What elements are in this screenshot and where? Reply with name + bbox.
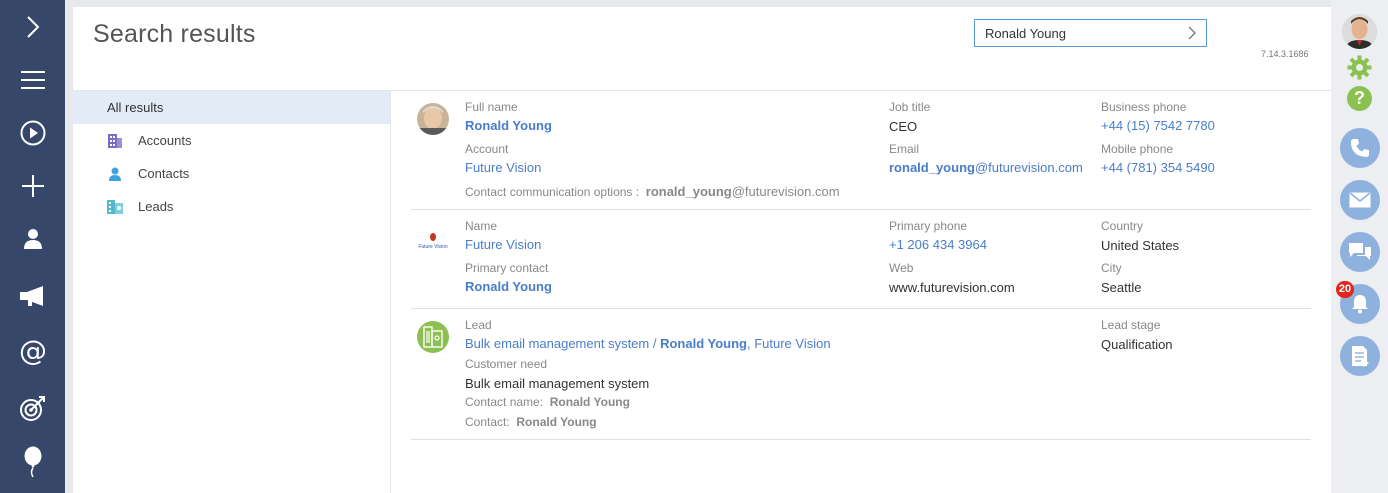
city-value: Seattle [1101,280,1142,295]
country-value: United States [1101,238,1180,253]
logo-text: Future Vision [418,244,448,250]
job-title-value: CEO [889,119,918,134]
balloon-icon[interactable] [0,440,65,484]
mobile-phone-link[interactable]: +44 (781) 354 5490 [1101,160,1215,175]
phone-icon[interactable] [1340,128,1380,168]
search-chevron-icon[interactable] [1178,20,1206,46]
contact-full-name-link[interactable]: Ronald Young [465,118,552,133]
chat-icon[interactable] [1340,232,1380,272]
account-label: Account [465,142,509,156]
city-label: City [1101,261,1122,275]
contact-account-link[interactable]: Future Vision [465,160,541,175]
leads-icon [107,199,123,215]
lead-contact: Contact: Ronald Young [465,415,597,429]
help-icon[interactable]: ? [1347,86,1372,111]
filter-accounts[interactable]: Accounts [73,124,390,157]
filter-label: Leads [138,199,174,214]
communication-options: Contact communication options : ronald_y… [465,184,840,199]
account-logo: Future Vision [417,230,449,252]
lead-stage-label: Lead stage [1101,318,1161,332]
megaphone-icon[interactable] [0,274,65,318]
settings-gear-icon[interactable] [1347,55,1372,85]
comm-email-bold: ronald_young [645,184,732,199]
contact-value: Ronald Young [516,415,597,429]
account-name-link[interactable]: Future Vision [465,237,541,252]
play-icon[interactable] [0,111,65,155]
document-icon[interactable] [1340,336,1380,376]
web-value: www.futurevision.com [889,280,1015,295]
search-box [974,19,1207,47]
right-bar: ? 20 [1331,0,1388,493]
menu-icon[interactable] [0,58,65,102]
filter-leads[interactable]: Leads [73,190,390,223]
email-at-icon[interactable]: @ [0,329,65,373]
primary-contact-link[interactable]: Ronald Young [465,279,552,294]
contact-label: Contact: [465,415,510,429]
lead-title-part1: Bulk email management system / [465,336,661,351]
web-label: Web [889,261,914,275]
job-title-label: Job title [889,100,931,114]
comm-email-rest: @futurevision.com [731,184,840,199]
svg-text:@: @ [19,336,47,366]
filter-label: Accounts [138,133,192,148]
accounts-icon [107,133,123,149]
contact-email-link[interactable]: ronald_young@futurevision.com [889,160,1083,175]
filter-label: Contacts [138,166,190,181]
business-phone-link[interactable]: +44 (15) 7542 7780 [1101,118,1215,133]
customer-need-value: Bulk email management system [465,376,650,391]
customer-need-label: Customer need [465,357,548,371]
lead-stage-value: Qualification [1101,337,1173,352]
user-icon[interactable] [0,217,65,261]
contact-name-label: Contact name: [465,395,544,409]
mobile-phone-label: Mobile phone [1101,142,1174,156]
comm-label: Contact communication options : [465,185,640,199]
filter-contacts[interactable]: Contacts [73,157,390,190]
profile-avatar[interactable] [1342,14,1377,49]
account-name-label: Name [465,219,498,233]
add-icon[interactable] [0,164,65,208]
contact-avatar [417,103,449,135]
version-number: 7.14.3.1686 [1261,49,1309,59]
contact-name-value: Ronald Young [549,395,630,409]
primary-phone-label: Primary phone [889,219,968,233]
email-rest: @futurevision.com [974,160,1083,175]
main-panel: Search results 7.14.3.1686 All results A… [73,7,1331,493]
result-card-contact: Full name Ronald Young Account Future Vi… [411,91,1311,210]
full-name-label: Full name [465,100,518,114]
left-nav: @ [0,0,65,493]
lead-title-link[interactable]: Bulk email management system / Ronald Yo… [465,336,831,351]
filter-label: All results [107,100,164,115]
search-input[interactable] [975,20,1178,46]
result-card-lead: Lead Bulk email management system / Rona… [411,309,1311,440]
contacts-icon [107,166,123,182]
filter-all-results[interactable]: All results [73,91,390,124]
lead-title-part3: , Future Vision [746,336,831,351]
primary-phone-link[interactable]: +1 206 434 3964 [889,237,987,252]
email-label: Email [889,142,920,156]
country-label: Country [1101,219,1144,233]
email-bold: ronald_young [889,160,975,175]
lead-label: Lead [465,318,492,332]
lead-title-part2: Ronald Young [660,336,747,351]
page-title: Search results [93,20,256,48]
primary-contact-label: Primary contact [465,261,549,275]
expand-chevron-icon[interactable] [0,5,65,49]
business-phone-label: Business phone [1101,100,1187,114]
email-envelope-icon[interactable] [1340,180,1380,220]
target-icon[interactable] [0,386,65,430]
result-card-account: Future Vision Name Future Vision Primary… [411,210,1311,309]
lead-contact-name: Contact name: Ronald Young [465,395,630,409]
lead-icon [417,321,449,353]
notification-badge: 20 [1336,281,1354,298]
filter-panel: All results Accounts Contacts Leads [73,91,391,493]
results-list: Full name Ronald Young Account Future Vi… [411,91,1311,440]
